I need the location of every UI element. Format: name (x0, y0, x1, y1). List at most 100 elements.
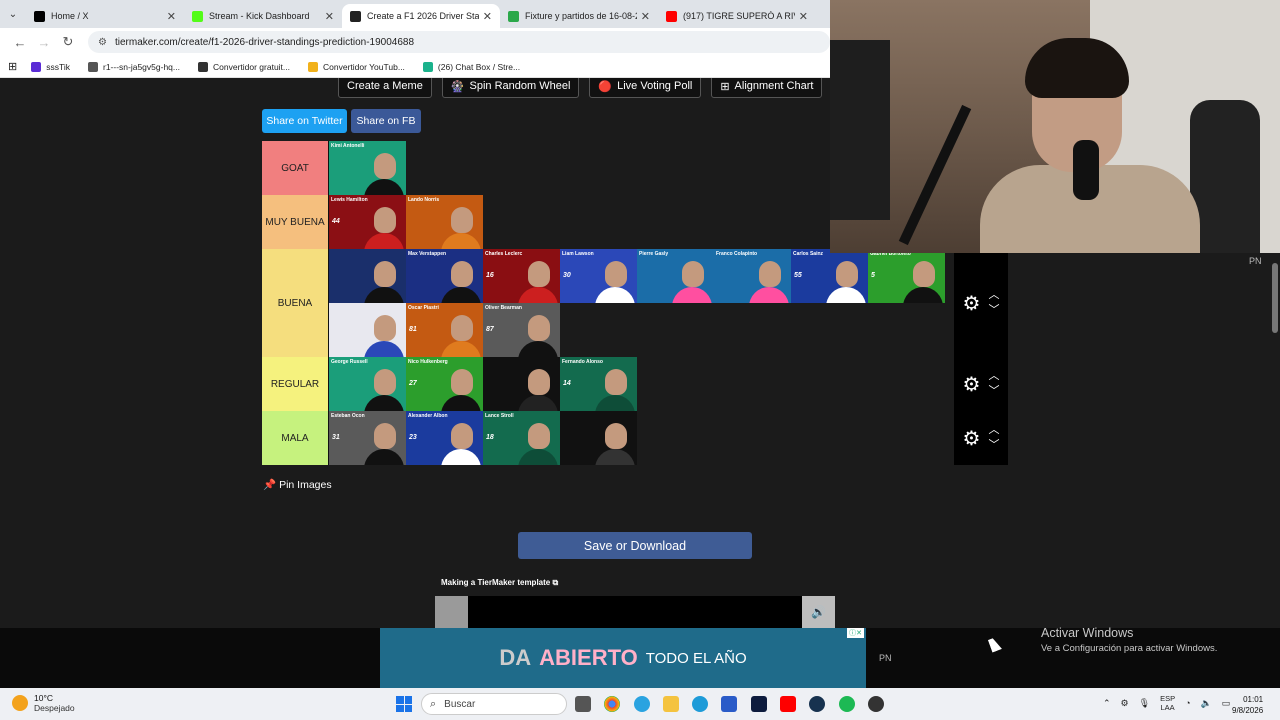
driver-card[interactable]: Max Verstappen (406, 249, 483, 303)
weather-temp: 10°C (34, 693, 53, 703)
volume-icon[interactable]: 🔊 (802, 596, 835, 628)
gear-icon[interactable]: ⚙ (963, 372, 981, 397)
driver-card[interactable]: Lance Stroll 18 (483, 411, 560, 465)
toolbar-button[interactable]: 🎡 Spin Random Wheel (441, 78, 580, 98)
tier-label[interactable]: REGULAR (262, 357, 329, 411)
driver-card[interactable] (483, 357, 560, 411)
save-or-download-button[interactable]: Save or Download (518, 532, 752, 559)
move-down-icon[interactable]: ﹀ (988, 438, 999, 453)
move-down-icon[interactable]: ﹀ (988, 384, 999, 399)
driver-card[interactable]: Nico Hulkenberg 27 (406, 357, 483, 411)
toolbar-button[interactable]: 🔴 Live Voting Poll (589, 78, 702, 98)
taskbar-search-input[interactable]: ⌕ Buscar (421, 693, 567, 715)
pin-images-toggle[interactable]: 📌 Pin Images (263, 478, 332, 491)
driver-card[interactable]: Lewis Hamilton 44 (329, 195, 406, 249)
url-input[interactable]: ⚙ tiermaker.com/create/f1-2026-driver-st… (88, 31, 830, 53)
driver-name: Charles Leclerc (485, 251, 523, 257)
driver-card[interactable]: Franco Colapinto (714, 249, 791, 303)
driver-card[interactable]: Pierre Gasly (637, 249, 714, 303)
driver-card[interactable]: Oscar Piastri 81 (406, 303, 483, 357)
gear-icon[interactable]: ⚙ (963, 291, 981, 316)
site-info-icon[interactable]: ⚙ (98, 37, 107, 48)
tab-close-icon[interactable]: ✕ (799, 10, 808, 23)
chrome-icon[interactable] (604, 696, 620, 712)
tier-label[interactable]: MUY BUENA (262, 195, 329, 249)
driver-card[interactable]: Lando Norris (406, 195, 483, 249)
youtube-icon[interactable] (780, 696, 796, 712)
share-fb-button[interactable]: Share on FB (351, 109, 421, 133)
browser-tab[interactable]: (917) TIGRE SUPERÓ A RIVER Y ✕ (658, 4, 816, 28)
driver-card[interactable]: Alexander Albon 23 (406, 411, 483, 465)
bookmark-item[interactable]: (26) Chat Box / Stre... (422, 61, 520, 72)
file-explorer-icon[interactable] (663, 696, 679, 712)
driver-card[interactable]: Charles Leclerc 16 (483, 249, 560, 303)
driver-card[interactable] (560, 411, 637, 465)
bookmark-item[interactable]: r1---sn-ja5gv5g-hq... (87, 61, 180, 72)
driver-card[interactable] (329, 249, 406, 303)
wifi-icon[interactable]: ◔ (1185, 698, 1190, 708)
video-player[interactable]: 🔊 (435, 596, 835, 628)
spotify-icon[interactable] (839, 696, 855, 712)
tier-label[interactable]: GOAT (262, 141, 329, 195)
driver-card[interactable]: Liam Lawson 30 (560, 249, 637, 303)
task-view-icon[interactable] (575, 696, 591, 712)
driver-card[interactable] (329, 303, 406, 357)
weather-widget[interactable]: 10°C Despejado (12, 693, 75, 713)
windows-start-icon[interactable] (396, 696, 412, 712)
obs-icon[interactable] (868, 696, 884, 712)
driver-card[interactable]: Fernando Alonso 14 (560, 357, 637, 411)
tier-label[interactable]: BUENA (262, 249, 329, 357)
forward-arrow-icon[interactable]: → (32, 35, 56, 50)
browser-tab[interactable]: Fixture y partidos de 16-08-202 ✕ (500, 4, 658, 28)
store-icon[interactable] (721, 696, 737, 712)
driver-card[interactable]: Kimi Antonelli (329, 141, 406, 195)
tab-close-icon[interactable]: ✕ (641, 10, 650, 23)
toolbar-button[interactable]: ⊞ Alignment Chart (711, 78, 823, 98)
steam-icon[interactable] (809, 696, 825, 712)
move-up-icon[interactable]: ︿ (988, 369, 999, 384)
microphone-icon[interactable]: 🎙 (1139, 698, 1150, 709)
browser-tab[interactable]: Stream - Kick Dashboard ✕ (184, 4, 342, 28)
move-up-icon[interactable]: ︿ (988, 423, 999, 438)
tray-chevron-icon[interactable]: ⌃ (1103, 698, 1111, 709)
tab-close-icon[interactable]: ✕ (167, 10, 176, 23)
ad-banner[interactable]: DA ABIERTO TODO EL AÑO ⓘ✕ (380, 628, 866, 688)
browser-tab[interactable]: Create a F1 2026 Driver Standin ✕ (342, 4, 500, 28)
language-indicator[interactable]: ESP LAA (1160, 694, 1175, 712)
move-down-icon[interactable]: ﹀ (988, 303, 999, 318)
tray-app-icon[interactable]: ⚙ (1121, 698, 1129, 709)
bookmark-item[interactable]: sssTik (31, 61, 70, 72)
telegram-icon[interactable] (634, 696, 650, 712)
battery-icon[interactable]: ▭ (1222, 698, 1231, 709)
browser-tab[interactable]: Home / X ✕ (26, 4, 184, 28)
page-scrollbar[interactable] (1270, 253, 1280, 628)
tab-close-icon[interactable]: ✕ (325, 10, 334, 23)
driver-card[interactable]: George Russell (329, 357, 406, 411)
driver-card[interactable]: Gabriel Bortoleto 5 (868, 249, 945, 303)
volume-tray-icon[interactable]: 🔈 (1201, 698, 1212, 709)
bookmark-item[interactable]: Convertidor gratuit... (198, 61, 290, 72)
back-arrow-icon[interactable]: ← (8, 35, 32, 50)
driver-card[interactable]: Oliver Bearman 87 (483, 303, 560, 357)
driver-number: 55 (794, 272, 802, 279)
ad-info-icon[interactable]: ⓘ✕ (847, 628, 864, 638)
clock[interactable]: 01:01 9/8/2026 (1232, 694, 1263, 716)
gear-icon[interactable]: ⚙ (963, 426, 981, 451)
photoshop-icon[interactable] (751, 696, 767, 712)
share-twitter-button[interactable]: Share on Twitter (262, 109, 347, 133)
driver-number: 16 (486, 272, 494, 279)
toolbar-button[interactable]: Create a Meme (338, 78, 432, 98)
tab-close-icon[interactable]: ✕ (483, 10, 492, 23)
edge-icon[interactable] (692, 696, 708, 712)
scrollbar-thumb[interactable] (1272, 263, 1278, 333)
tier-label[interactable]: MALA (262, 411, 329, 465)
driver-card[interactable]: Esteban Ocon 31 (329, 411, 406, 465)
apps-grid-icon[interactable]: ⊞ (8, 60, 17, 73)
driver-suit (749, 287, 789, 303)
bookmark-item[interactable]: Convertidor YouTub... (308, 61, 405, 72)
external-link-icon[interactable]: ⧉ (552, 578, 558, 587)
driver-card[interactable]: Carlos Sainz 55 (791, 249, 868, 303)
tab-search-chevron-icon[interactable]: ⌄ (0, 0, 26, 28)
move-up-icon[interactable]: ︿ (988, 288, 999, 303)
reload-icon[interactable]: ↻ (56, 34, 80, 50)
